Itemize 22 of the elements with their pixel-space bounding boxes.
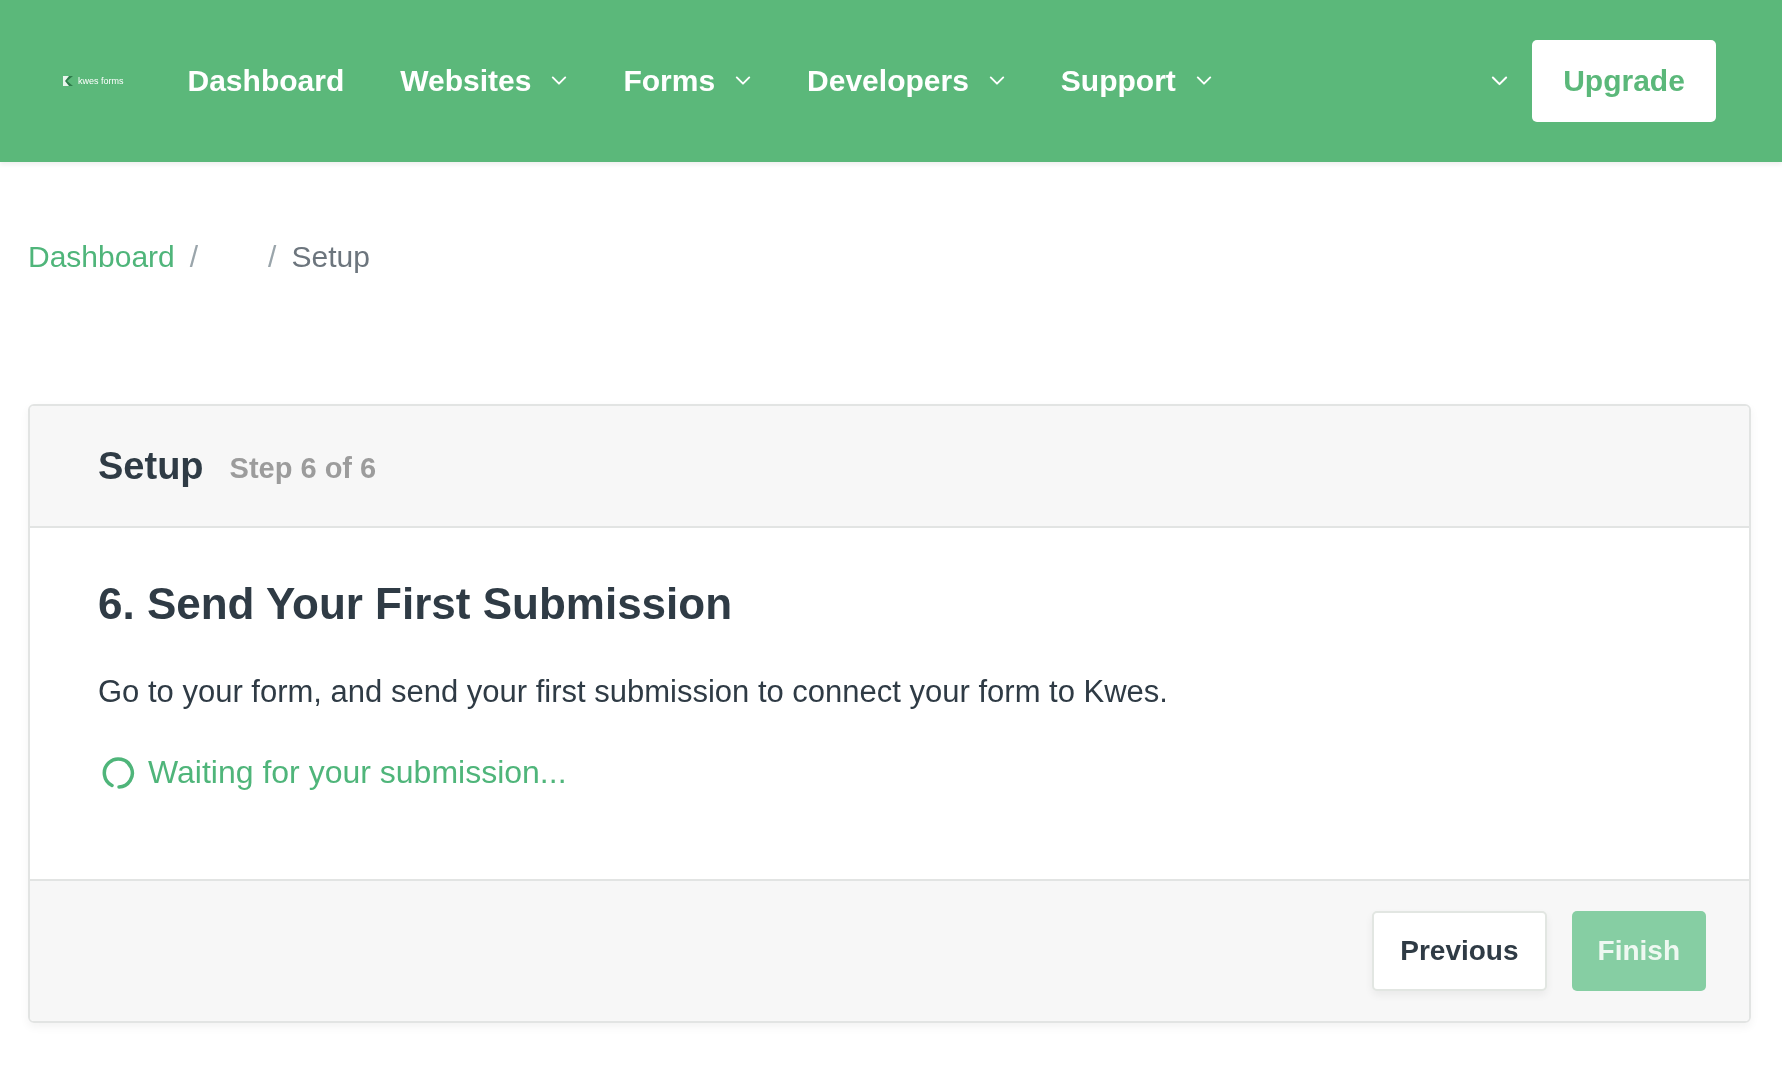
logo-text: kwes forms bbox=[78, 76, 124, 86]
nav-link[interactable]: Developers bbox=[807, 64, 1005, 98]
account-menu-button[interactable] bbox=[1491, 75, 1508, 87]
step-heading: 6. Send Your First Submission bbox=[98, 578, 734, 630]
nav-link[interactable]: Dashboard bbox=[187, 64, 345, 98]
chevron-down-icon bbox=[1491, 75, 1508, 87]
upgrade-button[interactable]: Upgrade bbox=[1532, 40, 1716, 122]
breadcrumb-current: Setup bbox=[291, 240, 370, 274]
spinner-icon bbox=[102, 755, 136, 790]
step-description: Go to your form, and send your first submission to connect your form to Kwes. bbox=[98, 673, 1169, 711]
nav-link[interactable]: Forms bbox=[623, 64, 752, 98]
status-text: Waiting for your submission... bbox=[148, 754, 567, 791]
breadcrumb-link[interactable]: Dashboard bbox=[28, 240, 175, 274]
step-counter: Step 6 of 6 bbox=[229, 451, 377, 485]
nav-link[interactable]: Websites bbox=[400, 64, 568, 98]
card-title: Setup bbox=[98, 444, 204, 488]
logo-icon bbox=[63, 76, 73, 86]
breadcrumb-separator: / bbox=[268, 240, 277, 274]
logo[interactable]: kwes forms bbox=[63, 76, 124, 86]
breadcrumb-separator: / bbox=[189, 240, 199, 274]
nav-link[interactable]: Support bbox=[1060, 64, 1212, 98]
previous-button[interactable]: Previous bbox=[1372, 911, 1547, 991]
